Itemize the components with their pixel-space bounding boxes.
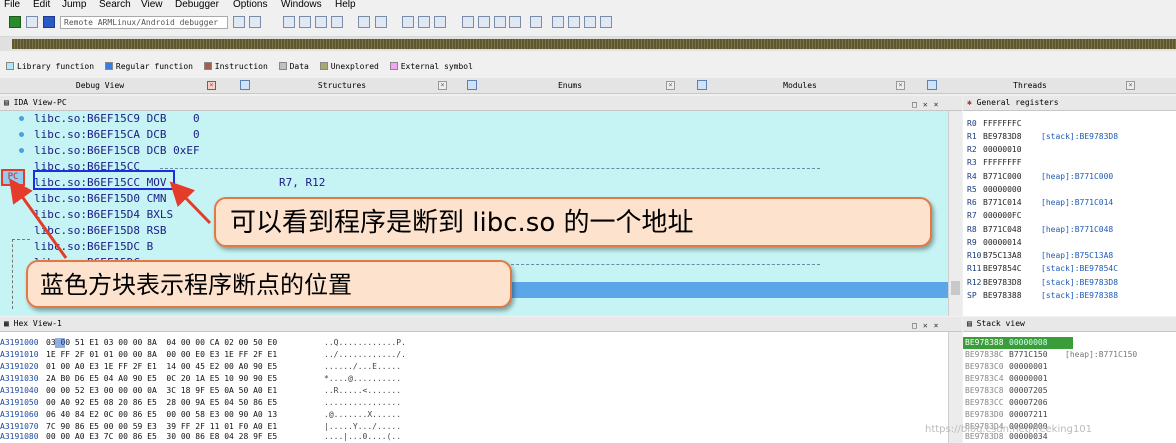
callout-libc-address: 可以看到程序是断到 libc.so 的一个地址 bbox=[214, 197, 932, 247]
watermark: https://blog.csdn.net/freeking101 bbox=[925, 424, 1093, 435]
callout-breakpoint-position: 蓝色方块表示程序断点的位置 bbox=[26, 260, 512, 308]
arrow-to-pc bbox=[9, 178, 68, 259]
arrow-to-breakpoint bbox=[169, 181, 212, 225]
